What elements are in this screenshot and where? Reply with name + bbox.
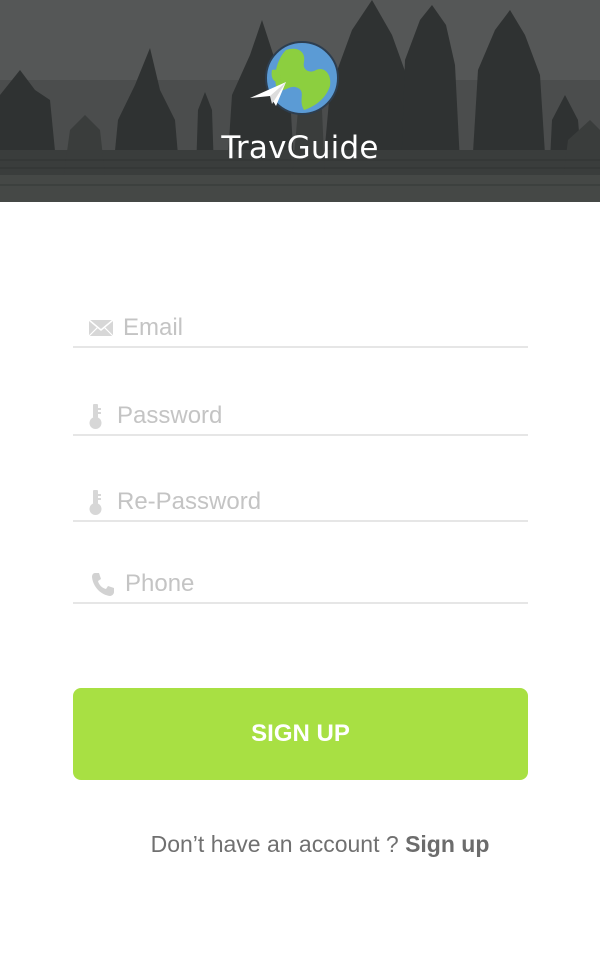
key-icon: [89, 404, 102, 429]
password-field: [73, 392, 528, 436]
repassword-field: [73, 478, 528, 522]
globe-paper-plane-icon: [250, 41, 339, 115]
header-banner: TravGuide: [0, 0, 600, 202]
repassword-input[interactable]: [117, 478, 517, 520]
footer-prompt: Don’t have an account ? Sign up: [0, 831, 600, 858]
email-input[interactable]: [123, 304, 523, 346]
phone-field: [73, 560, 528, 604]
password-input[interactable]: [117, 392, 517, 434]
phone-input[interactable]: [125, 560, 525, 602]
app-title: TravGuide: [221, 130, 379, 166]
footer-prompt-text: Don’t have an account ?: [150, 831, 399, 857]
email-field: [73, 304, 528, 348]
key-icon: [89, 490, 102, 515]
signup-button[interactable]: SIGN UP: [73, 688, 528, 780]
signup-link[interactable]: Sign up: [405, 831, 489, 857]
phone-icon: [92, 573, 114, 596]
envelope-icon: [88, 319, 114, 337]
